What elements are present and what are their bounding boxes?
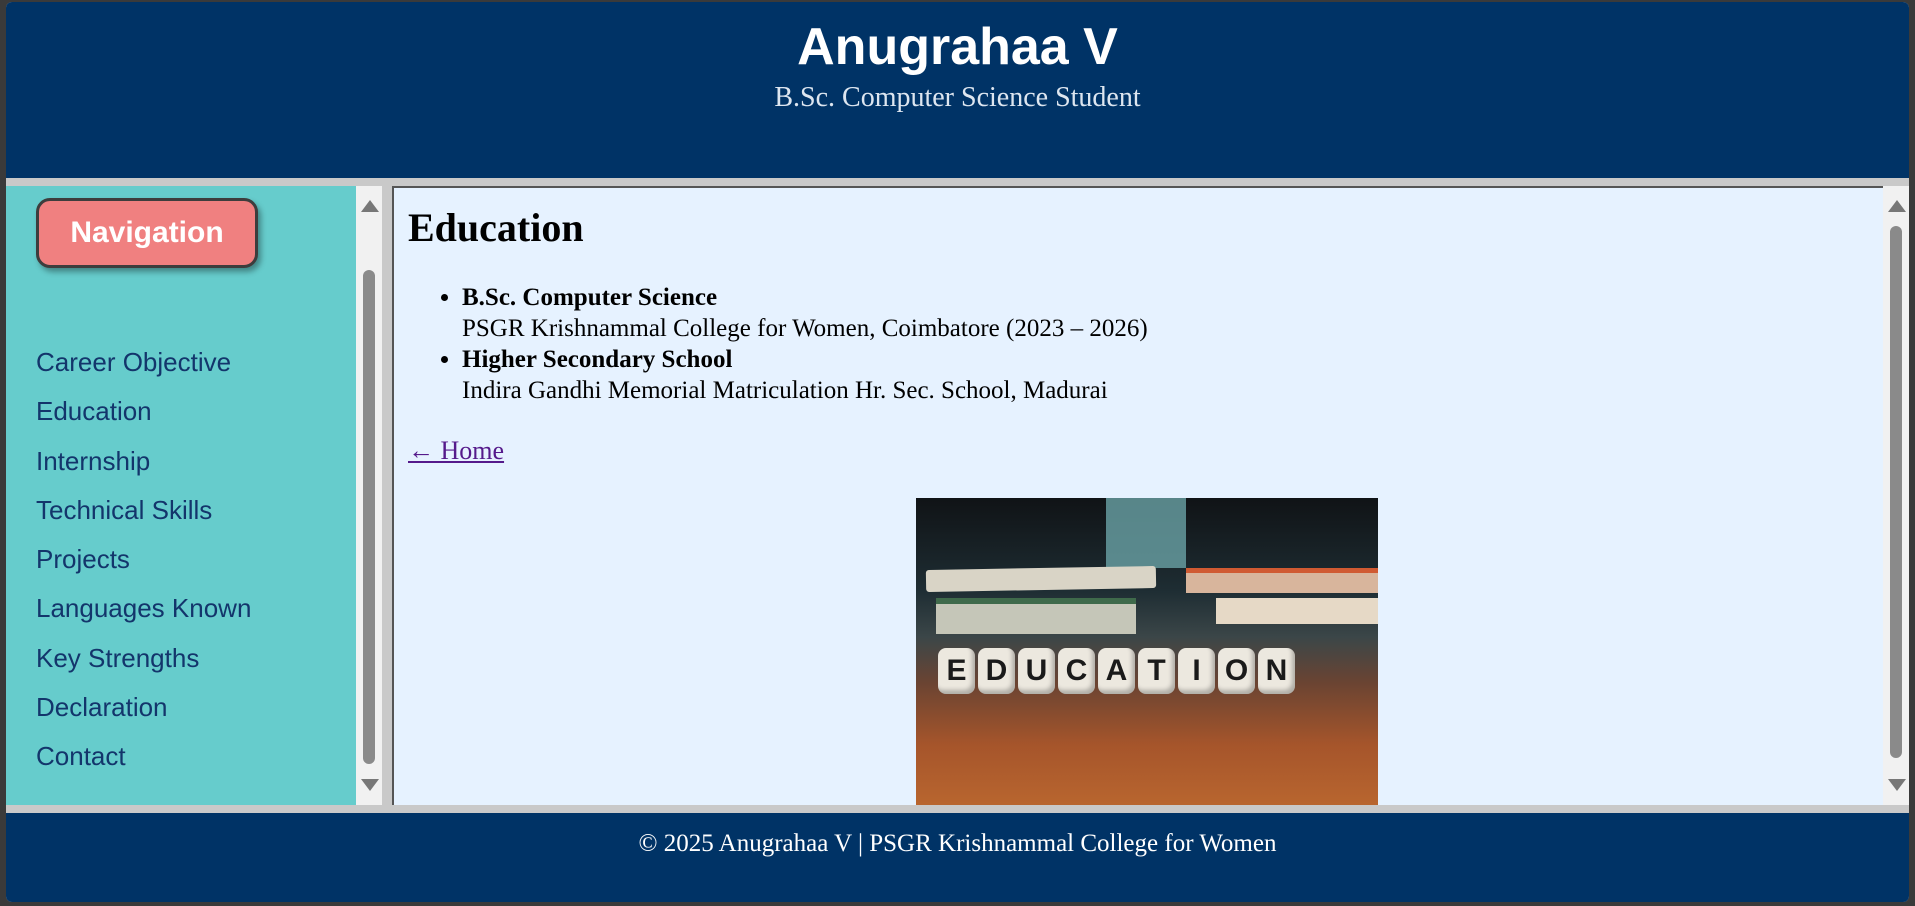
scroll-down-arrow-icon[interactable] [361, 779, 379, 791]
page-title: Education [408, 205, 584, 250]
scroll-up-arrow-icon[interactable] [1888, 200, 1906, 212]
photo-background-tile [1106, 498, 1186, 568]
site-subtitle: B.Sc. Computer Science Student [774, 82, 1141, 113]
education-image: E D U C A T I O N [916, 498, 1378, 805]
site-footer: © 2025 Anugrahaa V | PSGR Krishnammal Co… [6, 813, 1909, 902]
scroll-down-arrow-icon[interactable] [1888, 779, 1906, 791]
photo-book [1216, 598, 1378, 624]
sidebar-item-education[interactable]: Education [36, 387, 251, 436]
sidebar-nav-list: Career Objective Education Internship Te… [36, 338, 251, 782]
letter-die: C [1058, 648, 1095, 694]
site-title: Anugrahaa V [797, 18, 1118, 76]
sidebar-item-contact[interactable]: Contact [36, 732, 251, 781]
home-link[interactable]: ← Home [408, 436, 504, 466]
degree-title: B.Sc. Computer Science [462, 284, 718, 311]
sidebar-item-internship[interactable]: Internship [36, 437, 251, 486]
divider-top [6, 178, 1909, 186]
sidebar-item-key-strengths[interactable]: Key Strengths [36, 634, 251, 683]
content-scrollbar[interactable] [1883, 186, 1909, 805]
site-header: Anugrahaa V B.Sc. Computer Science Stude… [6, 2, 1909, 178]
scroll-up-arrow-icon[interactable] [361, 200, 379, 212]
letter-die: U [1018, 648, 1055, 694]
institution-text: Indira Gandhi Memorial Matriculation Hr.… [462, 377, 1108, 404]
letter-die: E [938, 648, 975, 694]
page-frame: Anugrahaa V B.Sc. Computer Science Stude… [6, 2, 1909, 902]
frame-gap [382, 186, 392, 805]
list-item: B.Sc. Computer Science PSGR Krishnammal … [462, 282, 1148, 344]
education-dice: E D U C A T I O N [938, 648, 1358, 698]
sidebar-item-career-objective[interactable]: Career Objective [36, 338, 251, 387]
letter-die: N [1258, 648, 1295, 694]
divider-bottom [6, 805, 1909, 813]
scrollbar-thumb[interactable] [1890, 226, 1902, 758]
sidebar: Navigation Career Objective Education In… [6, 186, 356, 805]
letter-die: T [1138, 648, 1175, 694]
institution-text: PSGR Krishnammal College for Women, Coim… [462, 315, 1148, 342]
letter-die: D [978, 648, 1015, 694]
list-item: Higher Secondary School Indira Gandhi Me… [462, 344, 1148, 406]
footer-text: © 2025 Anugrahaa V | PSGR Krishnammal Co… [638, 830, 1277, 857]
sidebar-scrollbar[interactable] [356, 186, 382, 805]
sidebar-item-languages-known[interactable]: Languages Known [36, 584, 251, 633]
photo-book [925, 565, 1157, 593]
education-list: B.Sc. Computer Science PSGR Krishnammal … [408, 282, 1148, 406]
sidebar-item-technical-skills[interactable]: Technical Skills [36, 486, 251, 535]
degree-title: Higher Secondary School [462, 346, 733, 373]
sidebar-item-projects[interactable]: Projects [36, 535, 251, 584]
scrollbar-thumb[interactable] [363, 270, 375, 764]
letter-die: A [1098, 648, 1135, 694]
navigation-button[interactable]: Navigation [36, 198, 258, 268]
photo-book [1186, 568, 1378, 593]
letter-die: O [1218, 648, 1255, 694]
photo-book [936, 598, 1136, 634]
letter-die: I [1178, 648, 1215, 694]
sidebar-item-declaration[interactable]: Declaration [36, 683, 251, 732]
content-frame: Education B.Sc. Computer Science PSGR Kr… [392, 186, 1883, 805]
